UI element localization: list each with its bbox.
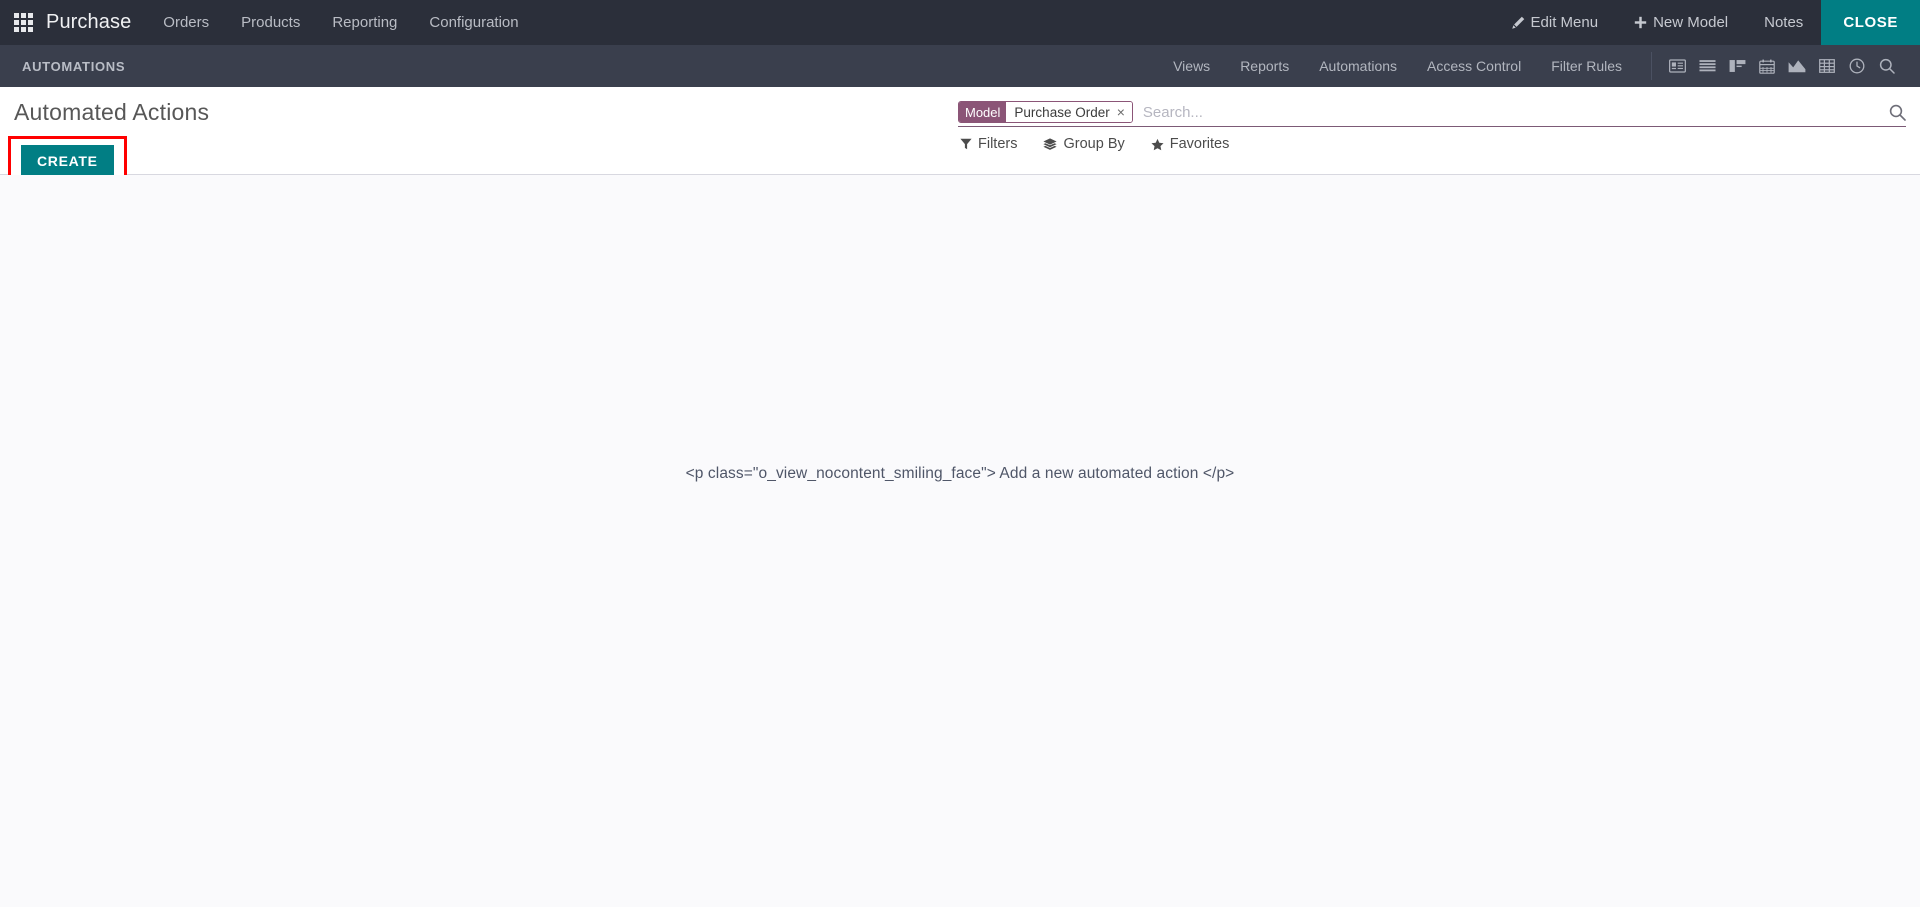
group-by-menu[interactable]: Group By <box>1043 136 1125 152</box>
menu-products[interactable]: Products <box>225 0 316 45</box>
facet-value-purchase-order: Purchase Order × <box>1006 102 1132 122</box>
pencil-icon <box>1511 16 1525 29</box>
menu-orders[interactable]: Orders <box>147 0 225 45</box>
search-view-icon[interactable] <box>1872 45 1902 87</box>
subnav-spacer <box>143 45 1158 87</box>
subnav-item-automations[interactable]: Automations <box>1304 45 1412 87</box>
facet-label-model: Model <box>959 102 1007 122</box>
apps-menu-button[interactable] <box>0 0 46 45</box>
facet-value-text: Purchase Order <box>1014 104 1110 120</box>
main-menu-links: Orders Products Reporting Configuration <box>147 0 534 45</box>
navbar-spacer <box>535 0 1494 45</box>
app-brand-purchase[interactable]: Purchase <box>46 0 147 45</box>
view-switcher <box>1662 45 1920 87</box>
new-model-button[interactable]: New Model <box>1616 0 1746 45</box>
list-view-icon[interactable] <box>1692 45 1722 87</box>
top-navbar: Purchase Orders Products Reporting Confi… <box>0 0 1920 45</box>
notes-button[interactable]: Notes <box>1746 0 1821 45</box>
edit-menu-button[interactable]: Edit Menu <box>1494 0 1617 45</box>
filters-label: Filters <box>978 136 1018 152</box>
activity-clock-icon[interactable] <box>1842 45 1872 87</box>
kanban-columns-icon[interactable] <box>1722 45 1752 87</box>
notes-label: Notes <box>1764 14 1804 31</box>
graph-view-icon[interactable] <box>1782 45 1812 87</box>
search-row: Model Purchase Order × <box>958 101 1906 127</box>
subnav-item-access-control[interactable]: Access Control <box>1412 45 1536 87</box>
favorites-label: Favorites <box>1169 136 1230 152</box>
secondary-navbar: AUTOMATIONS Views Reports Automations Ac… <box>0 45 1920 87</box>
apps-grid-icon <box>13 13 33 32</box>
subnav-item-filter-rules[interactable]: Filter Rules <box>1536 45 1637 87</box>
search-dropdown-menus: Filters Group By Favorites <box>958 127 1906 152</box>
star-icon <box>1151 138 1164 151</box>
plus-icon <box>1634 16 1647 29</box>
subnav-title-automations[interactable]: AUTOMATIONS <box>0 45 143 87</box>
search-input[interactable] <box>1138 101 1879 123</box>
search-panel: Model Purchase Order × Search... Filters… <box>958 87 1906 152</box>
filter-funnel-icon <box>960 138 972 150</box>
layers-icon <box>1043 137 1058 151</box>
page-title: Automated Actions <box>14 99 210 125</box>
close-button[interactable]: CLOSE <box>1821 0 1920 45</box>
favorites-menu[interactable]: Favorites <box>1151 136 1230 152</box>
filters-menu[interactable]: Filters <box>960 136 1017 152</box>
calendar-view-icon[interactable] <box>1752 45 1782 87</box>
search-facet-model[interactable]: Model Purchase Order × <box>958 101 1133 123</box>
kanban-card-icon[interactable] <box>1662 45 1692 87</box>
menu-reporting[interactable]: Reporting <box>316 0 413 45</box>
edit-menu-label: Edit Menu <box>1530 14 1599 31</box>
subnav-item-views[interactable]: Views <box>1158 45 1225 87</box>
menu-configuration[interactable]: Configuration <box>413 0 534 45</box>
create-button[interactable]: CREATE <box>21 145 114 177</box>
subnav-divider <box>1651 52 1652 80</box>
facet-remove-icon[interactable]: × <box>1117 105 1125 119</box>
subnav-item-reports[interactable]: Reports <box>1225 45 1304 87</box>
new-model-label: New Model <box>1653 14 1729 31</box>
pivot-view-icon[interactable] <box>1812 45 1842 87</box>
group-by-label: Group By <box>1063 136 1125 152</box>
main-content-area: <p class="o_view_nocontent_smiling_face"… <box>0 175 1920 907</box>
navbar-right-tools: Edit Menu New Model Notes CLOSE <box>1494 0 1920 45</box>
subnav-links: Views Reports Automations Access Control… <box>1158 45 1637 87</box>
control-panel: Automated Actions CREATE Model Purchase … <box>0 87 1920 187</box>
search-icon[interactable] <box>1879 104 1906 121</box>
nocontent-message: <p class="o_view_nocontent_smiling_face"… <box>685 465 1235 482</box>
